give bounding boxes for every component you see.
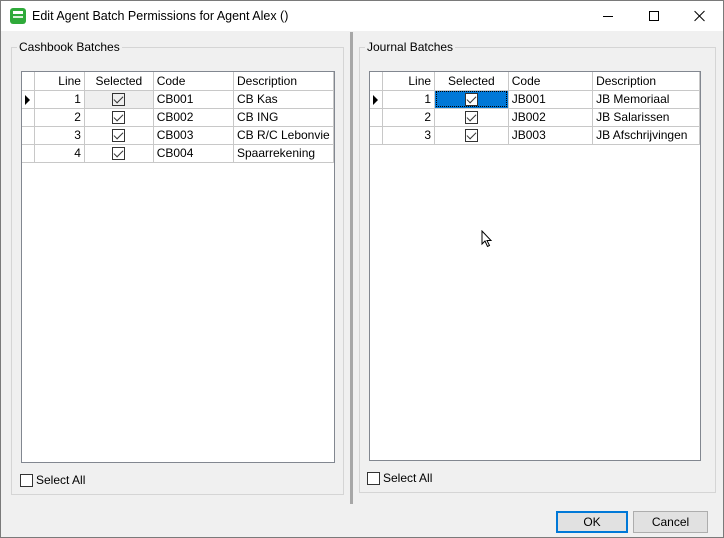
- app-icon: [10, 8, 26, 24]
- cell-selected[interactable]: [434, 108, 509, 127]
- dialog-window: Edit Agent Batch Permissions for Agent A…: [0, 0, 724, 538]
- column-header-line[interactable]: Line: [34, 72, 85, 91]
- cell-code[interactable]: JB002: [508, 108, 594, 127]
- cell-line[interactable]: 4: [34, 144, 85, 163]
- cell-selected[interactable]: [84, 126, 154, 145]
- table-row[interactable]: 2 CB002 CB ING: [22, 108, 334, 127]
- column-header-code[interactable]: Code: [508, 72, 594, 91]
- close-icon: [694, 10, 706, 22]
- minimize-icon: [603, 16, 613, 17]
- column-header-description[interactable]: Description: [233, 72, 334, 91]
- selected-checkbox[interactable]: [464, 93, 478, 107]
- cell-code[interactable]: CB002: [153, 108, 234, 127]
- row-indicator[interactable]: [370, 90, 384, 109]
- cancel-button[interactable]: Cancel: [633, 511, 708, 533]
- cashbook-batches-label: Cashbook Batches: [17, 40, 122, 54]
- select-all-label: Select All: [383, 471, 433, 485]
- current-row-arrow-icon: [25, 94, 30, 105]
- grid-header-row: Line Selected Code Description: [22, 72, 334, 91]
- cell-selected[interactable]: [84, 90, 154, 109]
- selected-checkbox[interactable]: [464, 111, 478, 125]
- cell-line[interactable]: 3: [34, 126, 85, 145]
- cell-description[interactable]: JB Memoriaal: [592, 90, 700, 109]
- maximize-icon: [649, 11, 659, 21]
- cell-description[interactable]: Spaarrekening: [233, 144, 334, 163]
- close-button[interactable]: [677, 1, 723, 31]
- cell-line[interactable]: 2: [34, 108, 85, 127]
- column-header-selected[interactable]: Selected: [434, 72, 509, 91]
- selected-checkbox[interactable]: [112, 111, 126, 125]
- table-row[interactable]: 1 CB001 CB Kas: [22, 90, 334, 109]
- cell-description[interactable]: JB Afschrijvingen: [592, 126, 700, 145]
- table-row[interactable]: 4 CB004 Spaarrekening: [22, 144, 334, 163]
- checkbox-box[interactable]: [367, 471, 380, 485]
- cashbook-select-all-checkbox[interactable]: Select All: [20, 473, 85, 487]
- select-all-label: Select All: [36, 473, 86, 487]
- selected-checkbox[interactable]: [112, 93, 126, 107]
- row-indicator[interactable]: [22, 108, 36, 127]
- table-row[interactable]: 1 JB001 JB Memoriaal: [370, 90, 700, 109]
- cell-selected[interactable]: [84, 144, 154, 163]
- maximize-button[interactable]: [631, 1, 677, 31]
- row-indicator[interactable]: [22, 126, 36, 145]
- cell-code[interactable]: JB003: [508, 126, 594, 145]
- cell-description[interactable]: CB ING: [233, 108, 334, 127]
- cell-code[interactable]: JB001: [508, 90, 594, 109]
- selected-checkbox[interactable]: [464, 129, 478, 143]
- window-title: Edit Agent Batch Permissions for Agent A…: [32, 9, 289, 23]
- grid-header-row: Line Selected Code Description: [370, 72, 700, 91]
- cell-selected[interactable]: [84, 108, 154, 127]
- mouse-pointer-icon: [481, 230, 493, 248]
- row-indicator-header: [370, 72, 384, 91]
- journal-batches-label: Journal Batches: [365, 40, 456, 54]
- selected-checkbox[interactable]: [112, 147, 126, 161]
- cell-description[interactable]: CB Kas: [233, 90, 334, 109]
- table-row[interactable]: 2 JB002 JB Salarissen: [370, 108, 700, 127]
- column-header-description[interactable]: Description: [592, 72, 700, 91]
- current-row-arrow-icon: [373, 94, 378, 105]
- row-indicator[interactable]: [370, 108, 384, 127]
- cell-selected-focused[interactable]: [434, 90, 509, 109]
- table-row[interactable]: 3 JB003 JB Afschrijvingen: [370, 126, 700, 145]
- cell-line[interactable]: 2: [382, 108, 436, 127]
- column-header-code[interactable]: Code: [153, 72, 234, 91]
- cell-code[interactable]: CB004: [153, 144, 234, 163]
- column-header-selected[interactable]: Selected: [84, 72, 154, 91]
- cell-description[interactable]: CB R/C Lebonvie: [233, 126, 334, 145]
- minimize-button[interactable]: [585, 1, 631, 31]
- ok-button[interactable]: OK: [556, 511, 628, 533]
- row-indicator-header: [22, 72, 36, 91]
- cell-code[interactable]: CB001: [153, 90, 234, 109]
- column-header-line[interactable]: Line: [382, 72, 436, 91]
- checkbox-box[interactable]: [20, 473, 33, 487]
- row-indicator[interactable]: [22, 144, 36, 163]
- row-indicator[interactable]: [22, 90, 36, 109]
- cell-selected[interactable]: [434, 126, 509, 145]
- cell-line[interactable]: 1: [34, 90, 85, 109]
- cell-code[interactable]: CB003: [153, 126, 234, 145]
- title-bar: Edit Agent Batch Permissions for Agent A…: [1, 1, 723, 31]
- panel-splitter[interactable]: [350, 32, 353, 504]
- journal-select-all-checkbox[interactable]: Select All: [367, 471, 432, 485]
- cashbook-grid[interactable]: Line Selected Code Description 1 CB001 C…: [21, 71, 335, 463]
- row-indicator[interactable]: [370, 126, 384, 145]
- cell-line[interactable]: 3: [382, 126, 436, 145]
- journal-grid[interactable]: Line Selected Code Description 1 JB001 J…: [369, 71, 701, 461]
- cell-line[interactable]: 1: [382, 90, 436, 109]
- selected-checkbox[interactable]: [112, 129, 126, 143]
- table-row[interactable]: 3 CB003 CB R/C Lebonvie: [22, 126, 334, 145]
- cell-description[interactable]: JB Salarissen: [592, 108, 700, 127]
